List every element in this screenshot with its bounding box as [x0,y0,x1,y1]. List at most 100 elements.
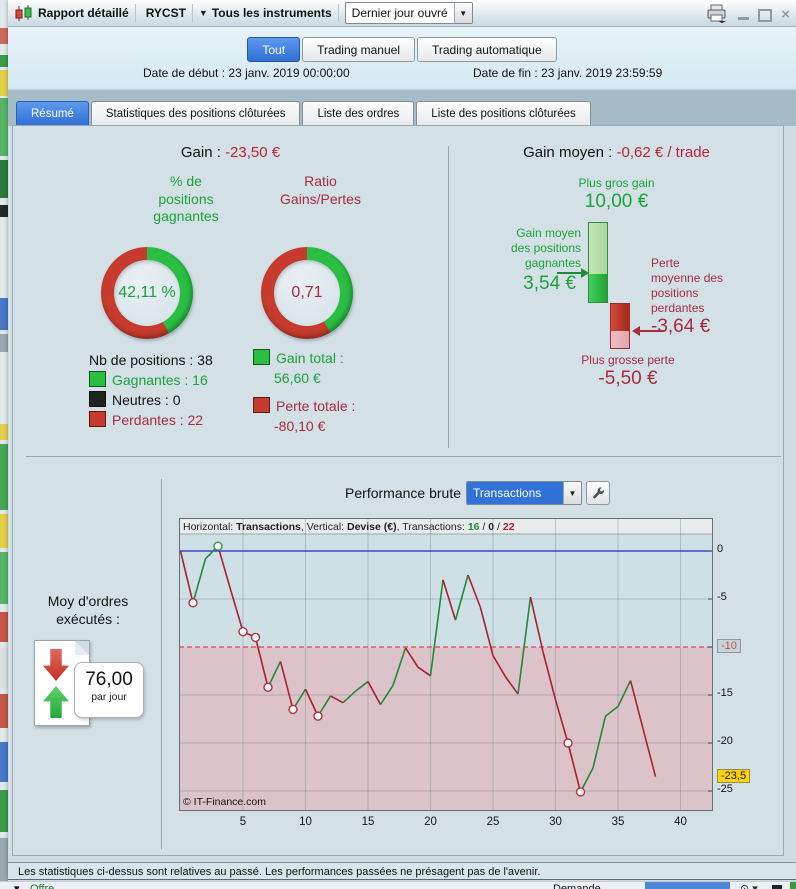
label-line: positions [651,286,699,300]
y-axis-label: 0 [717,543,724,555]
filter-trading-manuel-button[interactable]: Trading manuel [302,37,415,62]
tab-liste-ordres[interactable]: Liste des ordres [302,101,415,126]
heading-line: Ratio [304,173,337,189]
label-line: perdantes [651,301,705,315]
ratio-heading: Ratio Gains/Pertes [253,173,388,208]
background-glyph [772,885,782,889]
perte-moyenne-label: Perte moyenne des positions perdantes [651,256,781,316]
background-fragment [0,55,8,67]
arrow-right-icon [557,272,581,274]
background-fragment [0,70,8,96]
y-axis-label: -10 [717,639,741,653]
close-button[interactable]: × [781,7,790,22]
date-end: Date de fin : 23 janv. 2019 23:59:59 [473,66,662,80]
neutres-count: Neutres : 0 [112,392,181,408]
performance-dropdown[interactable]: Transactions ▼ [466,481,582,505]
gagnantes-count: Gagnantes : 16 [112,372,208,388]
heading-line: Gains/Pertes [280,190,361,207]
gain-total-value: 56,60 € [274,370,321,386]
background-fragment [0,444,8,510]
pct-gagnantes-heading: % de positions gagnantes [106,173,266,226]
toolbar: Tout Trading manuel Trading automatique … [8,27,796,89]
performance-label: Performance brute [345,485,461,501]
page-fold [75,641,89,655]
arrow-left-head [632,326,640,336]
label-line: moyenne des [651,271,724,285]
chart-settings-button[interactable] [586,481,610,505]
x-axis-label: 15 [361,816,375,828]
background-fragment [0,205,8,217]
label-line: Gain moyen [516,226,581,240]
x-axis-label: 5 [239,816,247,828]
background-offre-label: Offre [30,883,55,889]
background-fragment [0,424,8,440]
gain-moyen-value: -0,62 € / trade [616,144,710,161]
y-axis-label: -5 [717,591,727,603]
screen: Rapport détaillé RYCST ▼ Tous les instru… [0,0,796,889]
label-line: gagnantes [524,256,581,270]
arrow-up-icon [43,686,69,718]
perte-bar-upper [611,304,629,331]
window-title: Rapport détaillé [38,6,129,20]
date-start: Date de début : 23 janv. 2019 00:00:00 [143,66,350,80]
perte-totale-row: Perte totale : [253,396,443,416]
section-divider [161,479,162,849]
background-fragment [0,790,8,832]
gain-bar-upper [589,223,607,274]
titlebar-separator [337,4,339,22]
heading-line: positions [158,190,214,207]
y-axis-label: -15 [717,687,733,699]
x-axis-label: 35 [611,816,625,828]
background-fragment [0,28,8,44]
legend-perdantes: Perdantes : 22 [89,410,213,430]
gain-total-label: Gain total : [276,350,344,366]
date-start-label: Date de début : [143,66,229,80]
pct-gagnantes-donut: 42,11 % [101,247,193,339]
tab-resume[interactable]: Résumé [16,101,89,126]
x-axis-label: 10 [299,816,312,828]
candlestick-icon [14,4,34,22]
heading-line: % de [170,173,202,189]
tab-statistiques[interactable]: Statistiques des positions clôturées [90,101,301,126]
x-axis-label: 20 [424,816,437,828]
minimize-button[interactable] [738,17,750,20]
background-fragment [0,612,8,642]
background-fragment [0,98,8,156]
gain-moyen-label: Gain moyen : [523,144,617,161]
status-bar: Les statistiques ci-dessus sont relative… [8,862,796,880]
instruments-menu[interactable]: Tous les instruments [212,6,332,20]
chevron-down-icon[interactable]: ▼ [563,482,581,504]
pct-gagnantes-value: 42,11 % [118,284,176,301]
black-square-icon [89,391,106,407]
arrow-right-head [581,268,589,278]
filter-trading-automatique-button[interactable]: Trading automatique [417,37,557,62]
chevron-down-icon: ▼ [198,8,208,18]
resume-panel: Gain : -23,50 € % de positions gagnantes… [12,125,784,856]
chevron-down-icon[interactable]: ▼ [453,3,472,23]
positions-legend: Nb de positions : 38 Gagnantes : 16 Neut… [89,350,213,430]
maximize-button[interactable] [758,8,773,22]
background-fragment [0,160,8,198]
gain-moyen-gagnantes-value: 3,54 € [523,273,576,294]
background-window-left-sliver [0,0,8,889]
filter-tout-button[interactable]: Tout [247,37,301,62]
orders-per-day-bubble: 76,00 par jour [74,662,144,718]
background-fragment [0,552,8,604]
background-demande-label: Demande [553,883,601,889]
tab-liste-positions[interactable]: Liste des positions clôturées [416,101,591,126]
plus-gros-gain-value: 10,00 € [584,191,649,212]
background-fragment [0,514,8,548]
label-line: Perte [651,256,680,270]
title-bar: Rapport détaillé RYCST ▼ Tous les instru… [8,0,796,27]
perte-bar-lower [611,331,629,348]
green-square-icon [89,371,106,387]
gain-bar-lower [589,274,607,302]
titlebar-separator [134,4,136,22]
period-select[interactable]: Dernier jour ouvré ▼ [344,2,473,24]
date-end-label: Date de fin : [473,66,542,80]
print-button[interactable] [705,4,729,23]
perte-bar [610,303,630,349]
gain-value: -23,50 € [225,144,281,161]
green-square-icon [253,349,270,365]
ratio-donut: 0,71 [261,247,353,339]
